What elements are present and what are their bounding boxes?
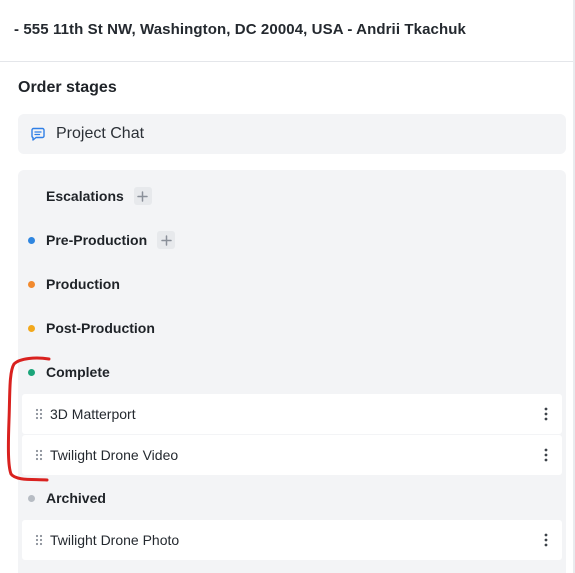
stage-archived: Archived — [28, 486, 106, 510]
kebab-menu-icon[interactable] — [544, 533, 548, 547]
stage-dot — [28, 236, 35, 244]
stage-production: Production — [28, 272, 120, 296]
order-item-label: 3D Matterport — [50, 406, 136, 422]
stage-post-production: Post-Production — [28, 316, 155, 340]
stage-dot — [28, 368, 35, 376]
stage-pre-production: Pre-Production — [28, 228, 176, 252]
stage-dot — [28, 494, 35, 502]
stage-name: Production — [46, 276, 120, 292]
stage-dot — [28, 193, 35, 200]
stage-escalations: Escalations — [28, 184, 152, 208]
order-item-label: Twilight Drone Video — [50, 447, 179, 463]
stage-complete: Complete — [28, 360, 110, 384]
drag-handle-icon[interactable] — [35, 449, 43, 461]
order-item[interactable]: Twilight Drone Video — [22, 435, 562, 475]
order-item[interactable]: Twilight Drone Photo — [22, 520, 562, 560]
order-item[interactable]: 3D Matterport — [22, 394, 562, 434]
drag-handle-icon[interactable] — [35, 408, 43, 420]
order-address: - 555 11th St NW, Washington, DC 20004, … — [14, 21, 466, 38]
plus-icon — [160, 234, 172, 246]
stage-dot — [28, 324, 35, 332]
add-pre-production-button[interactable] — [157, 231, 176, 249]
address-header: - 555 11th St NW, Washington, DC 20004, … — [0, 0, 575, 62]
stage-name: Post-Production — [46, 320, 155, 336]
stage-name: Pre-Production — [46, 232, 148, 248]
kebab-menu-icon[interactable] — [544, 448, 548, 462]
order-item-label: Twilight Drone Photo — [50, 532, 180, 548]
plus-icon — [137, 190, 149, 202]
project-chat-label: Project Chat — [56, 125, 145, 142]
drag-handle-icon[interactable] — [35, 534, 43, 546]
stage-dot — [28, 280, 35, 288]
stage-name: Escalations — [46, 188, 124, 204]
stage-name: Archived — [46, 490, 106, 506]
chat-bubble-icon — [31, 127, 45, 141]
project-chat-button[interactable]: Project Chat — [18, 114, 566, 154]
kebab-menu-icon[interactable] — [544, 407, 548, 421]
stage-name: Complete — [46, 364, 110, 380]
add-escalation-button[interactable] — [133, 187, 152, 205]
section-title: Order stages — [18, 79, 117, 96]
